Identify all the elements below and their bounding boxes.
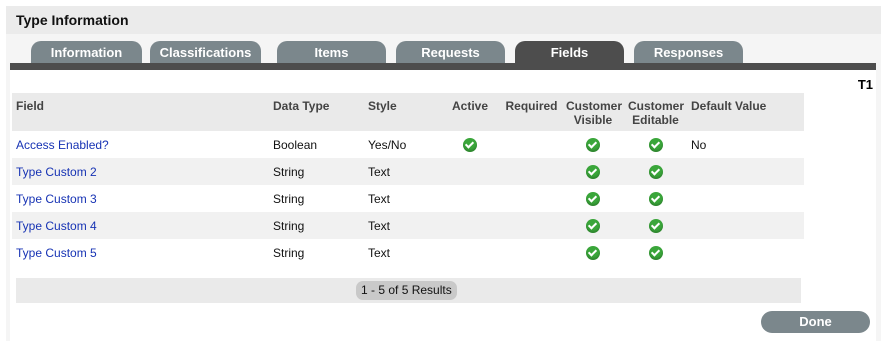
field-name-link[interactable]: Type Custom 4 [16,219,97,233]
check-circle-icon [648,191,663,206]
table-row[interactable]: Type Custom 5 String Text [12,239,804,266]
check-circle-icon [586,191,600,206]
check-circle-icon [586,245,600,260]
field-name-link-cell: Type Custom 3 [12,185,269,212]
field-name-link-cell: Type Custom 2 [12,158,269,185]
table-row[interactable]: Type Custom 3 String Text [12,185,804,212]
fields-table: Field Data Type Style Active Required Cu… [12,93,804,266]
required-cell [501,185,562,212]
field-style-cell: Text [364,212,439,239]
data-type-cell: String [269,158,364,185]
data-type: Boolean [273,137,318,152]
field-style: Text [368,245,391,260]
data-type-cell: String [269,212,364,239]
required-cell [501,158,562,185]
pagination-bar: 1 - 5 of 5 Results [16,278,801,303]
column-header-data-type[interactable]: Data Type [269,93,364,131]
data-type-cell: Boolean [269,131,364,158]
field-name-link-cell: Access Enabled? [12,131,269,158]
column-header-customer-visible[interactable]: Customer Visible [562,93,624,131]
data-type: String [273,218,305,233]
field-style: Yes/No [368,137,407,152]
field-style-cell: Yes/No [364,131,439,158]
data-type: String [273,245,305,260]
check-circle-icon [648,218,663,233]
field-name-link[interactable]: Type Custom 3 [16,192,97,206]
customer-visible-cell [562,185,624,212]
data-type-cell: String [269,185,364,212]
column-header-customer-editable[interactable]: Customer Editable [624,93,687,131]
check-circle-icon [648,245,663,260]
table-row[interactable]: Type Custom 4 String Text [12,212,804,239]
type-code-label: T1 [857,77,873,92]
active-cell [439,185,501,212]
required-cell [501,212,562,239]
customer-visible-cell [562,212,624,239]
panel-header: Type Information [6,6,881,34]
default-value-cell [687,185,804,212]
column-header-field[interactable]: Field [12,93,269,131]
table-header-row: Field Data Type Style Active Required Cu… [12,93,804,131]
customer-editable-cell [624,185,687,212]
field-name-link[interactable]: Access Enabled? [16,138,109,152]
active-cell [439,131,501,158]
data-type: String [273,191,305,206]
field-style: Text [368,218,391,233]
field-style-cell: Text [364,158,439,185]
pagination-summary: 1 - 5 of 5 Results [356,281,457,300]
required-cell [501,131,562,158]
field-style-cell: Text [364,185,439,212]
done-button[interactable]: Done [761,311,870,333]
customer-editable-cell [624,212,687,239]
page-title: Type Information [16,12,129,28]
table-body: Access Enabled? Boolean Yes/No No Type Custo… [12,131,804,266]
check-circle-icon [463,137,477,152]
check-circle-icon [586,218,600,233]
customer-editable-cell [624,239,687,266]
default-value-cell [687,158,804,185]
data-type: String [273,164,305,179]
active-cell [439,158,501,185]
field-name-link-cell: Type Custom 5 [12,239,269,266]
column-header-style[interactable]: Style [364,93,439,131]
default-value-cell [687,239,804,266]
type-information-panel: Type Information Information Classificat… [6,6,881,341]
check-circle-icon [648,137,663,152]
check-circle-icon [586,164,600,179]
default-value-cell [687,212,804,239]
column-header-default-value[interactable]: Default Value [687,93,804,131]
field-style: Text [368,164,391,179]
field-name-link-cell: Type Custom 4 [12,212,269,239]
data-type-cell: String [269,239,364,266]
field-name-link[interactable]: Type Custom 2 [16,165,97,179]
required-cell [501,239,562,266]
table-row[interactable]: Access Enabled? Boolean Yes/No No [12,131,804,158]
tab-underline-bar [10,63,876,70]
field-style: Text [368,191,391,206]
default-value: No [691,137,707,152]
active-cell [439,239,501,266]
default-value-cell: No [687,131,804,158]
customer-editable-cell [624,158,687,185]
column-header-active[interactable]: Active [439,93,501,131]
active-cell [439,212,501,239]
fields-content: T1 Field Data Type Style Active Required… [10,70,876,341]
field-style-cell: Text [364,239,439,266]
customer-visible-cell [562,158,624,185]
field-name-link[interactable]: Type Custom 5 [16,246,97,260]
customer-visible-cell [562,131,624,158]
column-header-required[interactable]: Required [501,93,562,131]
check-circle-icon [648,164,663,179]
check-circle-icon [586,137,600,152]
customer-visible-cell [562,239,624,266]
table-row[interactable]: Type Custom 2 String Text [12,158,804,185]
customer-editable-cell [624,131,687,158]
